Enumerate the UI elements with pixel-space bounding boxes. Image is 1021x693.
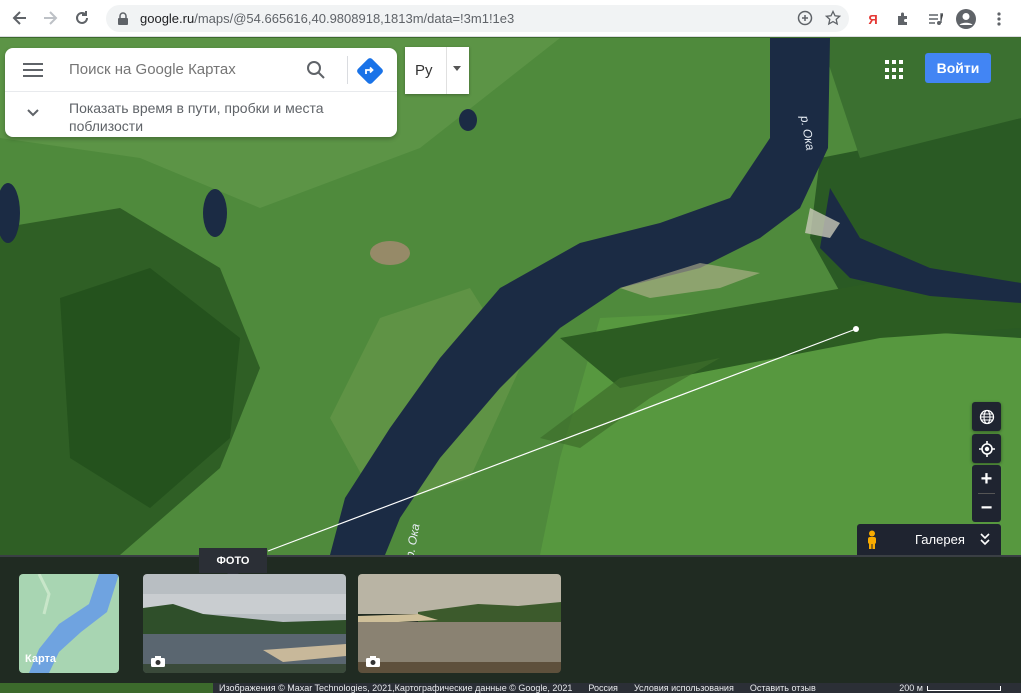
browser-toolbar: google.ru/maps/@54.665616,40.9808918,181…	[0, 0, 1021, 37]
camera-icon	[366, 656, 380, 667]
my-location-icon[interactable]	[972, 434, 1001, 463]
media-control-icon[interactable]	[924, 8, 946, 30]
imagery-attribution: Изображения © Maxar Technologies, 2021,К…	[219, 683, 573, 693]
forward-icon[interactable]	[34, 2, 66, 34]
reload-icon[interactable]	[66, 2, 98, 34]
photo-thumbnail-2[interactable]	[358, 574, 561, 673]
language-separator	[446, 47, 447, 94]
scale-line	[927, 685, 1001, 691]
yandex-extension-icon[interactable]: Я	[862, 8, 884, 30]
zoom-controls: + −	[972, 465, 1001, 522]
directions-icon[interactable]	[357, 58, 383, 84]
language-input-button[interactable]: Ру	[405, 47, 469, 94]
photo-thumbnail-2-image	[358, 574, 561, 673]
map-thumbnail[interactable]: Карта	[19, 574, 119, 673]
double-chevron-down-icon[interactable]	[979, 531, 991, 547]
screen: google.ru/maps/@54.665616,40.9808918,181…	[0, 0, 1021, 693]
country-link[interactable]: Россия	[588, 683, 618, 693]
globe-icon[interactable]	[972, 402, 1001, 431]
profile-avatar-icon[interactable]	[955, 8, 977, 30]
scale-label: 200 м	[899, 683, 923, 693]
signin-button[interactable]: Войти	[925, 53, 991, 83]
url-host: google.ru	[140, 11, 195, 26]
zoom-out-icon[interactable]: −	[972, 494, 1001, 522]
zoom-page-icon[interactable]	[795, 8, 815, 28]
lock-icon	[118, 11, 128, 25]
gallery-toggle[interactable]: Галерея	[857, 524, 1001, 555]
omnibox-actions	[795, 8, 843, 28]
photo-thumbnail-1[interactable]	[143, 574, 346, 673]
back-icon[interactable]	[4, 2, 36, 34]
camera-icon	[151, 656, 165, 667]
caret-down-icon[interactable]	[453, 66, 461, 71]
search-panel: Показать время в пути, пробки и места по…	[5, 48, 397, 137]
photo-tag: ФОТО	[199, 548, 267, 579]
bookmark-star-icon[interactable]	[823, 8, 843, 28]
url-text: google.ru/maps/@54.665616,40.9808918,181…	[140, 11, 514, 26]
map-footer: Изображения © Maxar Technologies, 2021,К…	[213, 683, 1021, 693]
search-row	[5, 48, 397, 92]
gallery-label: Галерея	[915, 532, 965, 547]
travel-hint-text: Показать время в пути, пробки и места по…	[69, 100, 324, 134]
url-path: /maps/@54.665616,40.9808918,1813m/data=!…	[194, 11, 515, 26]
browser-menu-icon[interactable]	[988, 8, 1010, 30]
menu-icon[interactable]	[23, 63, 43, 77]
pegman-icon[interactable]	[865, 530, 879, 550]
scale-bar[interactable]: 200 м	[893, 683, 1001, 693]
apps-grid-icon[interactable]	[885, 60, 905, 80]
zoom-in-icon[interactable]: +	[972, 465, 1001, 493]
search-divider	[347, 56, 348, 84]
search-input[interactable]	[69, 61, 289, 78]
language-input-label: Ру	[415, 62, 433, 79]
feedback-link[interactable]: Оставить отзыв	[750, 683, 816, 693]
chevron-down-icon	[27, 109, 39, 117]
address-bar[interactable]: google.ru/maps/@54.665616,40.9808918,181…	[106, 5, 849, 32]
search-icon[interactable]	[306, 60, 326, 80]
yandex-extension-label: Я	[868, 11, 878, 27]
extensions-puzzle-icon[interactable]	[892, 8, 914, 30]
travel-hint-row[interactable]: Показать время в пути, пробки и места по…	[5, 93, 397, 137]
photo-thumbnail-1-image	[143, 574, 346, 673]
terms-link[interactable]: Условия использования	[634, 683, 734, 693]
map-thumbnail-label: Карта	[25, 653, 57, 665]
